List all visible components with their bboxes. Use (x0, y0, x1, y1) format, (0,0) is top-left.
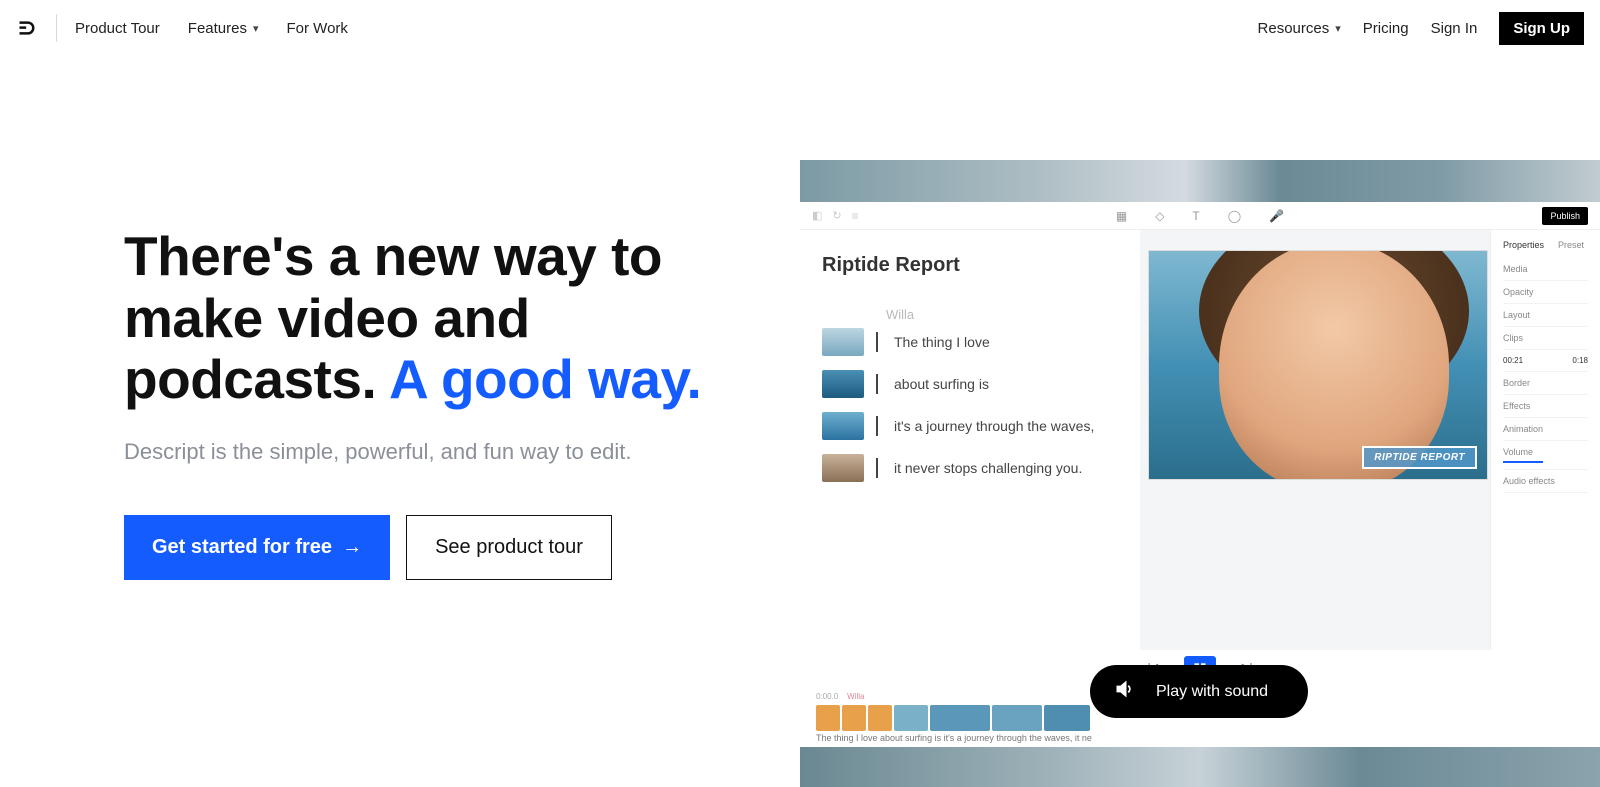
get-started-button[interactable]: Get started for free → (124, 515, 390, 580)
nav-features[interactable]: Features ▾ (188, 20, 259, 37)
prop-media[interactable]: Media (1503, 258, 1588, 281)
sidebar-toggle-icon[interactable]: ◧ (812, 209, 822, 222)
prop-clips[interactable]: Clips (1503, 327, 1588, 350)
prop-animation[interactable]: Animation (1503, 418, 1588, 441)
cursor-bar-icon (876, 458, 878, 478)
text-icon[interactable]: T (1192, 209, 1199, 223)
clip-out-time: 0:18 (1572, 356, 1588, 365)
timeline-clip[interactable] (992, 705, 1042, 731)
speaker-icon (1114, 679, 1134, 704)
nav-right: Resources ▾ Pricing Sign In Sign Up (1258, 12, 1584, 45)
sign-up-button[interactable]: Sign Up (1499, 12, 1584, 45)
play-with-sound-label: Play with sound (1156, 683, 1268, 701)
properties-tabs: Properties Preset (1503, 240, 1588, 250)
cursor-bar-icon (876, 374, 878, 394)
nav-resources[interactable]: Resources ▾ (1258, 20, 1341, 37)
chevron-down-icon: ▾ (1335, 22, 1341, 35)
clip-thumbnail (822, 454, 864, 482)
clip-thumbnail (822, 370, 864, 398)
nav-for-work[interactable]: For Work (287, 20, 348, 37)
clip-thumbnail (822, 328, 864, 356)
prop-volume-label: Volume (1503, 447, 1533, 457)
hero-section: There's a new way to make video and podc… (0, 56, 1600, 580)
prop-border[interactable]: Border (1503, 372, 1588, 395)
hero-headline: There's a new way to make video and podc… (124, 226, 770, 411)
timeline-clip[interactable] (868, 705, 892, 731)
prop-volume[interactable]: Volume (1503, 441, 1588, 470)
gallery-icon[interactable]: ▦ (1116, 209, 1127, 223)
timeline-time: 0:00.0 (816, 692, 838, 701)
prop-layout[interactable]: Layout (1503, 304, 1588, 327)
transcript-text: The thing I love (894, 334, 990, 350)
properties-panel: Properties Preset Media Opacity Layout C… (1490, 230, 1600, 650)
demo-bg-bottom (800, 747, 1600, 787)
cursor-bar-icon (876, 332, 878, 352)
timeline-clip[interactable] (930, 705, 990, 731)
nav-sign-in[interactable]: Sign In (1431, 20, 1478, 37)
hero-copy: There's a new way to make video and podc… (0, 56, 770, 580)
toolbar-center: ▦ ◇ T ◯ 🎤 (1116, 209, 1284, 223)
tab-properties[interactable]: Properties (1503, 240, 1544, 250)
timeline-speaker: Willa (847, 692, 864, 701)
hero-ctas: Get started for free → See product tour (124, 515, 770, 580)
prop-effects[interactable]: Effects (1503, 395, 1588, 418)
volume-slider[interactable] (1503, 461, 1543, 463)
tab-preset[interactable]: Preset (1558, 240, 1584, 250)
transcript-row[interactable]: The thing I love (822, 328, 1140, 356)
video-preview[interactable]: RIPTIDE REPORT (1148, 250, 1488, 480)
document-title: Riptide Report (822, 254, 1140, 277)
get-started-label: Get started for free (152, 536, 332, 559)
timeline-caption: The thing I love about surfing is it's a… (816, 733, 1584, 743)
speaker-name: Willa (886, 307, 1140, 322)
nav-features-label: Features (188, 20, 247, 37)
timeline-clip[interactable] (894, 705, 928, 731)
hero-subhead: Descript is the simple, powerful, and fu… (124, 439, 770, 465)
transcript-text: it never stops challenging you. (894, 460, 1082, 476)
clip-in-time: 00:21 (1503, 356, 1523, 365)
product-tour-button[interactable]: See product tour (406, 515, 612, 580)
transcript-panel: Riptide Report Willa The thing I love ab… (800, 230, 1140, 650)
preview-panel: RIPTIDE REPORT (1140, 230, 1490, 650)
arrow-right-icon: → (342, 536, 362, 559)
hero-headline-accent: A good way. (389, 348, 701, 410)
app-body: Riptide Report Willa The thing I love ab… (800, 230, 1600, 650)
publish-button[interactable]: Publish (1542, 207, 1588, 225)
demo-container: ◧ ↻ ≡ ▦ ◇ T ◯ 🎤 Publish Riptid (800, 160, 1600, 720)
transcript-row[interactable]: it's a journey through the waves, (822, 412, 1140, 440)
lower-third-badge: RIPTIDE REPORT (1362, 446, 1477, 469)
redo-icon[interactable]: ↻ (832, 209, 841, 222)
nav-left: Product Tour Features ▾ For Work (75, 20, 348, 37)
demo-bg-top (800, 160, 1600, 202)
top-nav: Product Tour Features ▾ For Work Resourc… (0, 0, 1600, 56)
nav-resources-label: Resources (1258, 20, 1330, 37)
clip-thumbnail (822, 412, 864, 440)
prop-opacity[interactable]: Opacity (1503, 281, 1588, 304)
nav-pricing[interactable]: Pricing (1363, 20, 1409, 37)
timeline-clip[interactable] (842, 705, 866, 731)
nav-divider (56, 14, 57, 42)
toolbar-left: ◧ ↻ ≡ (812, 209, 859, 223)
transcript-text: it's a journey through the waves, (894, 418, 1094, 434)
shape-icon[interactable]: ◇ (1155, 209, 1164, 223)
timeline-clip[interactable] (816, 705, 840, 731)
tag-icon[interactable]: ◯ (1228, 209, 1241, 223)
hero-demo: ◧ ↻ ≡ ▦ ◇ T ◯ 🎤 Publish Riptid (800, 56, 1600, 580)
cursor-bar-icon (876, 416, 878, 436)
prop-clips-label: Clips (1503, 333, 1523, 343)
menu-icon[interactable]: ≡ (852, 209, 859, 223)
brand-logo[interactable] (16, 17, 38, 39)
chevron-down-icon: ▾ (253, 22, 259, 35)
prop-clip-times: 00:21 0:18 (1503, 350, 1588, 372)
nav-product-tour[interactable]: Product Tour (75, 20, 160, 37)
play-with-sound-button[interactable]: Play with sound (1090, 665, 1308, 718)
prop-audio-effects[interactable]: Audio effects (1503, 470, 1588, 493)
timeline-clip[interactable] (1044, 705, 1090, 731)
transcript-row[interactable]: about surfing is (822, 370, 1140, 398)
mic-icon[interactable]: 🎤 (1269, 209, 1284, 223)
app-toolbar: ◧ ↻ ≡ ▦ ◇ T ◯ 🎤 Publish (800, 202, 1600, 230)
transcript-text: about surfing is (894, 376, 989, 392)
transcript-row[interactable]: it never stops challenging you. (822, 454, 1140, 482)
